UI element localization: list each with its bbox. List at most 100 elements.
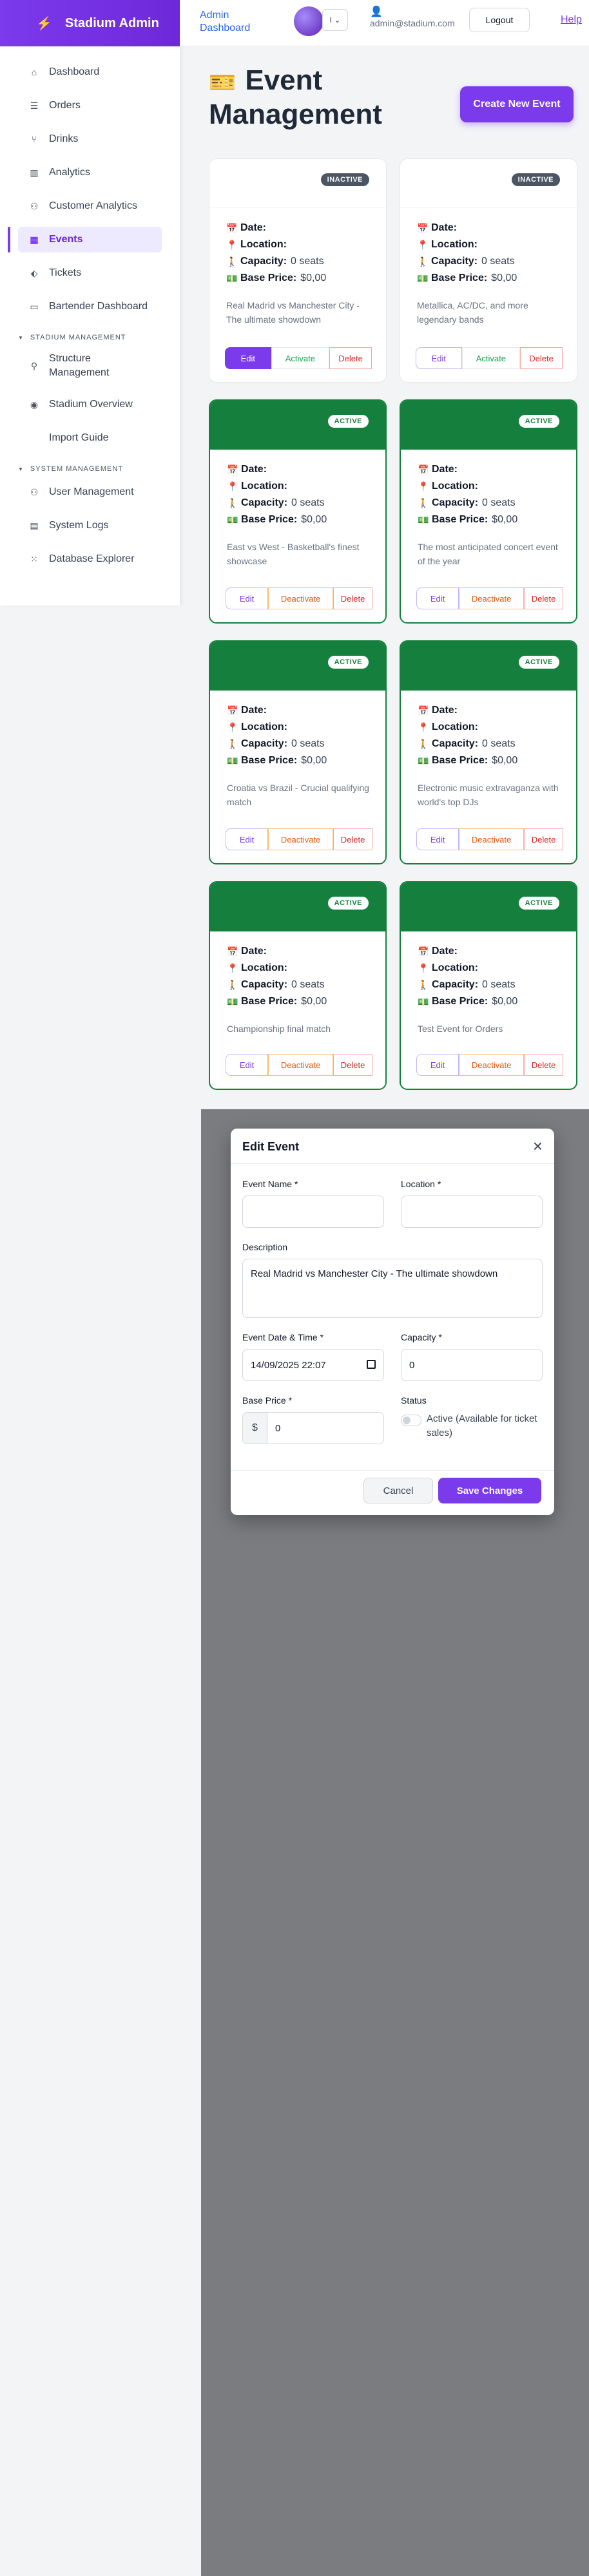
sidebar-item-database-explorer[interactable]: ⁙ Database Explorer <box>18 546 162 572</box>
person-icon: 🚶 <box>418 498 429 508</box>
pin-icon: 📍 <box>227 963 238 973</box>
language-select[interactable]: I ⌄ <box>322 9 348 31</box>
sidebar-item-stadium-overview[interactable]: ◉ Stadium Overview <box>18 392 162 417</box>
event-card: ACTIVE 📅 Date: 📍 Location: 🚶 Capacity: 0 sea… <box>209 881 387 1090</box>
delete-button[interactable]: Delete <box>329 347 372 369</box>
sidebar-nav: ⌂ Dashboard ☰ Orders ⑂ Drinks ▥ Analytics ⚇ C… <box>0 46 180 572</box>
sidebar-item-bartender-dashboard[interactable]: ▭ Bartender Dashboard <box>18 294 162 320</box>
date-label: Date: <box>431 222 458 233</box>
card-header: ACTIVE <box>210 883 385 931</box>
edit-button[interactable]: Edit <box>225 347 271 369</box>
calendar-icon[interactable] <box>367 1360 376 1369</box>
delete-button[interactable]: Delete <box>520 347 563 369</box>
create-event-button[interactable]: Create New Event <box>460 86 574 122</box>
calendar-icon: 📅 <box>417 223 429 233</box>
deactivate-button[interactable]: Deactivate <box>268 1054 334 1076</box>
base-price-label: Base Price: <box>432 514 488 525</box>
sidebar-item-analytics[interactable]: ▥ Analytics <box>18 160 162 186</box>
date-row: 📅 Date: <box>418 461 576 478</box>
base-price-label: Base Price: <box>432 996 488 1007</box>
capacity-label: Capacity: <box>240 256 287 267</box>
sidebar-item-structure-management[interactable]: ⚲ Structure Management <box>18 348 162 384</box>
sidebar-item-label: System Logs <box>49 520 109 531</box>
description-textarea[interactable]: Real Madrid vs Manchester City - The ult… <box>242 1259 543 1318</box>
capacity-value: 0 seats <box>291 256 324 267</box>
grid-icon: ⁙ <box>30 553 38 564</box>
edit-button[interactable]: Edit <box>226 587 269 609</box>
sidebar-item-label: Drinks <box>49 133 79 144</box>
deactivate-button[interactable]: Deactivate <box>459 1054 525 1076</box>
sidebar-item-events[interactable]: ▦ Events <box>8 227 162 253</box>
sidebar-item-customer-analytics[interactable]: ⚇ Customer Analytics <box>18 193 162 219</box>
card-body: 📅 Date: 📍 Location: 🚶 Capacity: 0 seats 💵 Bas… <box>401 931 576 1036</box>
edit-button[interactable]: Edit <box>416 587 459 609</box>
save-changes-button[interactable]: Save Changes <box>438 1478 541 1503</box>
delete-button[interactable]: Delete <box>333 1054 372 1076</box>
event-card: ACTIVE 📅 Date: 📍 Location: 🚶 Capacity: 0 sea… <box>209 399 387 624</box>
date-label: Date: <box>241 946 267 957</box>
event-name-input[interactable] <box>242 1196 384 1228</box>
logout-button[interactable]: Logout <box>469 8 530 32</box>
base-price-value: $0,00 <box>301 996 327 1007</box>
capacity-row: 🚶 Capacity: 0 seats <box>227 495 385 511</box>
edit-button[interactable]: Edit <box>416 347 462 369</box>
sidebar-item-drinks[interactable]: ⑂ Drinks <box>18 126 162 152</box>
topbar-title[interactable]: Admin Dashboard <box>200 9 258 35</box>
sidebar-item-import-guide[interactable]: Import Guide <box>18 425 162 451</box>
activate-button[interactable]: Activate <box>271 347 330 369</box>
language-value: I <box>329 15 332 24</box>
edit-button[interactable]: Edit <box>226 1054 269 1076</box>
date-label: Date: <box>432 464 458 475</box>
event-card: INACTIVE 📅 Date: 📍 Location: 🚶 Capacity: 0 s… <box>400 158 577 383</box>
avatar[interactable] <box>294 6 323 36</box>
datetime-input[interactable]: 14/09/2025 22:07 <box>242 1349 384 1381</box>
sidebar-item-dashboard[interactable]: ⌂ Dashboard <box>18 59 162 85</box>
money-icon: 💵 <box>227 756 238 766</box>
card-body: 📅 Date: 📍 Location: 🚶 Capacity: 0 seats 💵 Bas… <box>401 691 576 809</box>
activate-button[interactable]: Activate <box>461 347 521 369</box>
card-actions: Edit Deactivate Delete <box>226 828 372 850</box>
status-toggle[interactable] <box>401 1415 421 1426</box>
capacity-value: 0 seats <box>481 256 515 267</box>
pin-icon: 📍 <box>417 240 429 250</box>
sidebar-item-label: Tickets <box>49 267 82 278</box>
page-title: 🎫 Event Management <box>209 64 389 131</box>
edit-button[interactable]: Edit <box>416 828 459 850</box>
edit-button[interactable]: Edit <box>226 828 269 850</box>
capacity-value: 0 seats <box>291 979 325 990</box>
date-label: Date: <box>432 705 458 716</box>
deactivate-button[interactable]: Deactivate <box>459 828 525 850</box>
capacity-row: 🚶 Capacity: 0 seats <box>227 736 385 752</box>
close-icon[interactable]: × <box>533 1138 543 1154</box>
deactivate-button[interactable]: Deactivate <box>459 587 525 609</box>
sidebar-item-system-logs[interactable]: ▤ System Logs <box>18 513 162 539</box>
capacity-input[interactable]: 0 <box>401 1349 543 1381</box>
price-row: 💵 Base Price: $0,00 <box>417 270 577 287</box>
sidebar-item-orders[interactable]: ☰ Orders <box>18 93 162 119</box>
delete-button[interactable]: Delete <box>333 587 372 609</box>
chevron-down-icon: ▼ <box>18 334 24 341</box>
section-system-management[interactable]: ▼ SYSTEM MANAGEMENT <box>18 465 180 473</box>
base-price-value: $0,00 <box>301 514 327 525</box>
delete-button[interactable]: Delete <box>524 1054 563 1076</box>
edit-button[interactable]: Edit <box>416 1054 459 1076</box>
users-icon: ⚇ <box>30 200 39 211</box>
delete-button[interactable]: Delete <box>524 828 563 850</box>
blank-icon <box>28 432 40 444</box>
base-price-input[interactable]: $0 <box>242 1412 384 1444</box>
location-row: 📍 Location: <box>226 236 386 253</box>
currency-prefix: $ <box>243 1413 267 1444</box>
card-header: ACTIVE <box>401 883 576 931</box>
base-price-label: Base Price: <box>241 996 298 1007</box>
section-stadium-management[interactable]: ▼ STADIUM MANAGEMENT <box>18 334 180 341</box>
deactivate-button[interactable]: Deactivate <box>268 828 334 850</box>
section-title: SYSTEM MANAGEMENT <box>30 465 124 473</box>
deactivate-button[interactable]: Deactivate <box>268 587 334 609</box>
delete-button[interactable]: Delete <box>524 587 563 609</box>
sidebar-item-tickets[interactable]: ⬖ Tickets <box>18 260 162 286</box>
delete-button[interactable]: Delete <box>333 828 372 850</box>
help-link[interactable]: Help <box>561 14 582 26</box>
location-input[interactable] <box>401 1196 543 1228</box>
cancel-button[interactable]: Cancel <box>363 1478 433 1503</box>
sidebar-item-user-management[interactable]: ⚇ User Management <box>18 479 162 505</box>
